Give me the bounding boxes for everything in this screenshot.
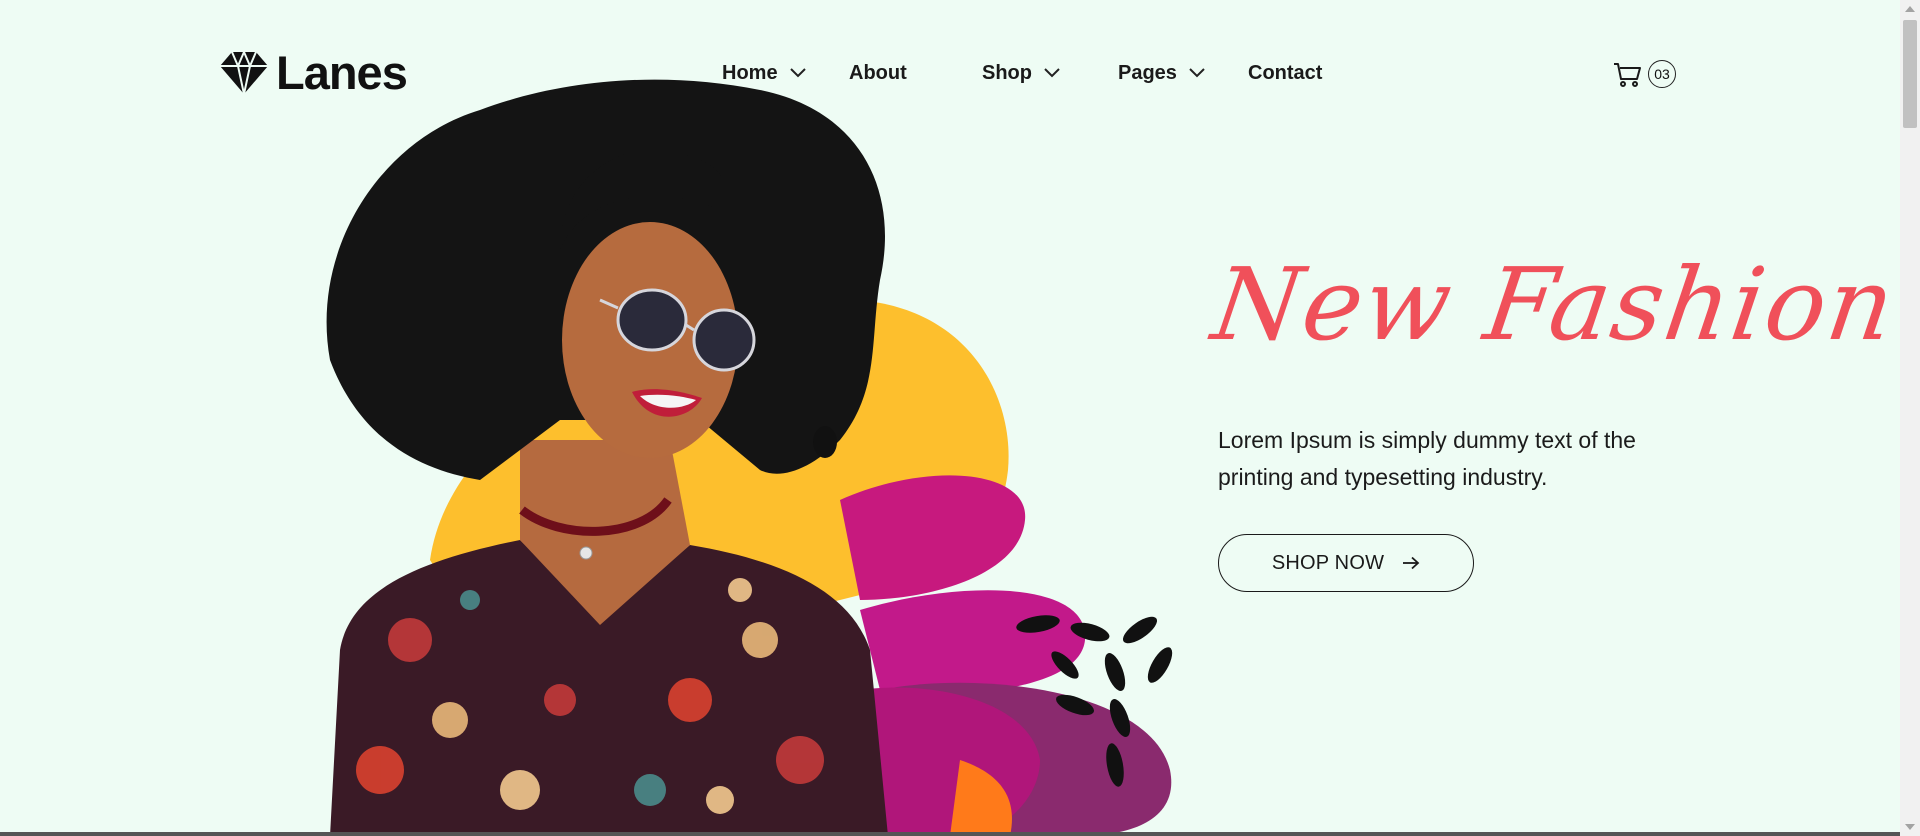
vertical-scrollbar[interactable] <box>1900 0 1920 836</box>
shop-now-label: SHOP NOW <box>1271 551 1385 574</box>
scroll-up-arrow[interactable] <box>1905 6 1915 12</box>
nav-label: Contact <box>1248 61 1323 84</box>
nav-item-contact[interactable]: Contact <box>1248 60 1322 86</box>
hero-image <box>326 79 1173 836</box>
hero-description: Lorem Ipsum is simply dummy text of the … <box>1218 427 1636 490</box>
scroll-down-arrow[interactable] <box>1905 824 1915 830</box>
magenta-petal <box>840 475 1026 600</box>
cart-button[interactable]: 03 <box>1612 59 1676 89</box>
arrow-right-icon <box>1403 556 1420 570</box>
hero-headline: New Fashion <box>1205 240 1904 370</box>
hero-headline-text: New Fashion <box>1205 246 1903 363</box>
page-bottom-edge <box>0 832 1900 836</box>
scroll-thumb[interactable] <box>1903 20 1917 128</box>
cart-icon <box>1614 63 1641 87</box>
cart-count-badge: 03 <box>1648 60 1676 88</box>
shop-now-button[interactable]: SHOP NOW <box>1218 534 1474 592</box>
magenta-petal <box>860 590 1086 694</box>
